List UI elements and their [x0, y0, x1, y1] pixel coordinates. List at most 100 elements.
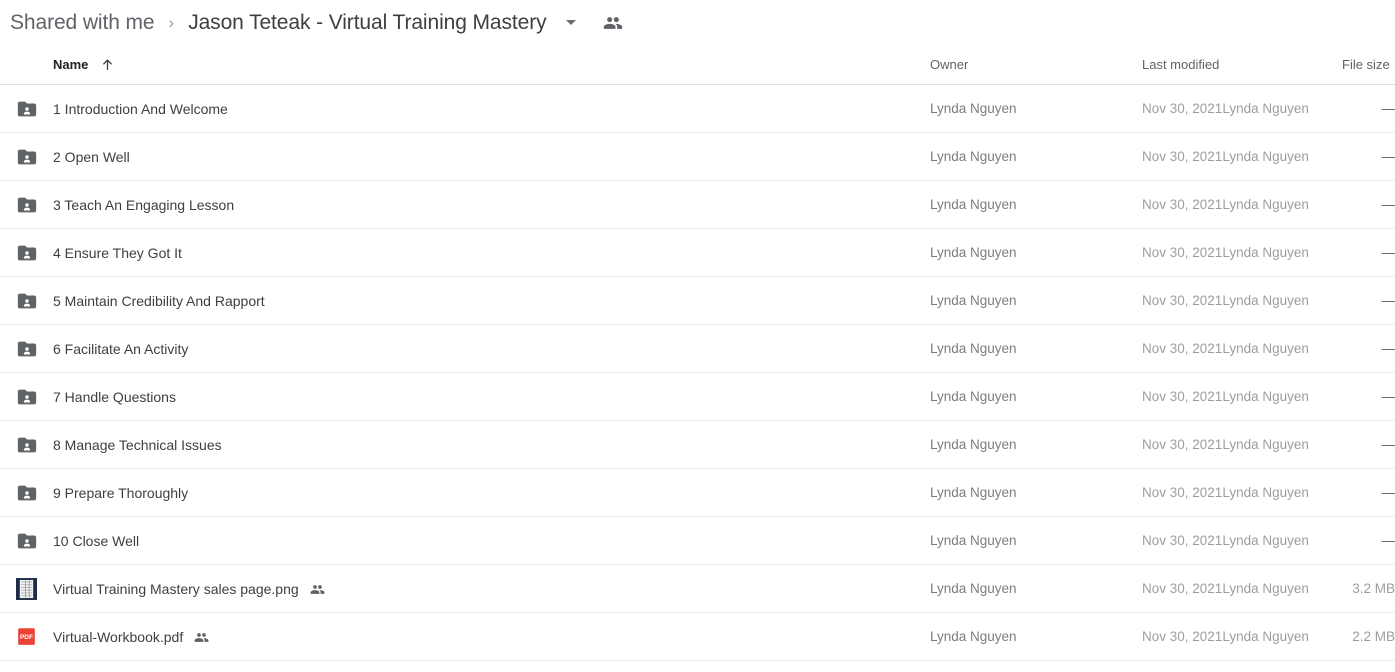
- file-name-cell[interactable]: 1 Introduction And Welcome: [53, 101, 930, 117]
- last-modified-cell: Nov 30, 2021Lynda Nguyen: [1142, 388, 1342, 406]
- last-modified-date: Nov 30, 2021: [1142, 196, 1223, 212]
- last-modified-by: Lynda Nguyen: [1222, 628, 1309, 644]
- shared-people-icon[interactable]: [194, 630, 209, 645]
- last-modified-by: Lynda Nguyen: [1222, 340, 1309, 356]
- owner-label: Lynda Nguyen: [930, 532, 1017, 548]
- shared-people-icon[interactable]: [310, 582, 325, 597]
- column-header-file-size-label: File size: [1342, 57, 1390, 72]
- table-row[interactable]: 9 Prepare Thoroughly Lynda Nguyen Nov 30, …: [0, 469, 1395, 517]
- last-modified-cell: Nov 30, 2021Lynda Nguyen: [1142, 148, 1342, 166]
- owner-label: Lynda Nguyen: [930, 388, 1017, 404]
- table-row[interactable]: Virtual Training Mastery sales page.png L…: [0, 565, 1395, 613]
- table-row[interactable]: 4 Ensure They Got It Lynda Nguyen Nov 30, …: [0, 229, 1395, 277]
- owner-label: Lynda Nguyen: [930, 484, 1017, 500]
- file-name-cell[interactable]: 3 Teach An Engaging Lesson: [53, 197, 930, 213]
- file-name-label: 2 Open Well: [53, 148, 130, 165]
- last-modified-cell: Nov 30, 2021Lynda Nguyen: [1142, 100, 1342, 118]
- table-row[interactable]: 2 Open Well Lynda Nguyen Nov 30, 2021Lynda…: [0, 133, 1395, 181]
- shared-folder-icon: [0, 194, 53, 216]
- last-modified-date: Nov 30, 2021: [1142, 340, 1223, 356]
- owner-cell: Lynda Nguyen: [930, 292, 1142, 310]
- last-modified-date: Nov 30, 2021: [1142, 628, 1223, 644]
- table-row[interactable]: PDF Virtual-Workbook.pdf Lynda Nguyen Nov 3…: [0, 613, 1395, 661]
- file-name-label: 9 Prepare Thoroughly: [53, 484, 189, 501]
- owner-cell: Lynda Nguyen: [930, 532, 1142, 550]
- arrow-up-icon[interactable]: [100, 57, 115, 72]
- people-shared-icon[interactable]: [602, 12, 624, 34]
- file-name-cell[interactable]: 4 Ensure They Got It: [53, 245, 930, 261]
- file-size-label: —: [1381, 197, 1395, 212]
- last-modified-cell: Nov 30, 2021Lynda Nguyen: [1142, 196, 1342, 214]
- table-row[interactable]: 6 Facilitate An Activity Lynda Nguyen Nov …: [0, 325, 1395, 373]
- owner-cell: Lynda Nguyen: [930, 628, 1142, 646]
- file-size-label: —: [1381, 389, 1395, 404]
- shared-folder-icon: [0, 146, 53, 168]
- table-body: 1 Introduction And Welcome Lynda Nguyen No…: [0, 85, 1395, 661]
- column-header-last-modified-label: Last modified: [1142, 56, 1220, 72]
- column-header-file-size[interactable]: File size: [1342, 57, 1395, 72]
- table-row[interactable]: 5 Maintain Credibility And Rapport Lynda …: [0, 277, 1395, 325]
- column-header-name-label: Name: [53, 57, 89, 72]
- file-name-label: 5 Maintain Credibility And Rapport: [53, 292, 265, 309]
- file-size-cell: —: [1342, 533, 1395, 548]
- last-modified-cell: Nov 30, 2021Lynda Nguyen: [1142, 436, 1342, 454]
- owner-label: Lynda Nguyen: [930, 340, 1017, 356]
- owner-label: Lynda Nguyen: [930, 100, 1017, 116]
- file-name-cell[interactable]: 8 Manage Technical Issues: [53, 437, 930, 453]
- last-modified-by: Lynda Nguyen: [1222, 436, 1309, 452]
- file-name-cell[interactable]: 5 Maintain Credibility And Rapport: [53, 293, 930, 309]
- chevron-down-icon[interactable]: [562, 14, 580, 32]
- file-size-label: 3.2 MB: [1352, 581, 1395, 596]
- file-name-cell[interactable]: 6 Facilitate An Activity: [53, 341, 930, 357]
- file-name-label: Virtual-Workbook.pdf: [53, 628, 184, 645]
- last-modified-cell: Nov 30, 2021Lynda Nguyen: [1142, 292, 1342, 310]
- file-size-label: 2.2 MB: [1352, 629, 1395, 644]
- file-size-cell: —: [1342, 437, 1395, 452]
- shared-folder-icon: [0, 338, 53, 360]
- file-size-label: —: [1381, 485, 1395, 500]
- breadcrumb-separator-icon: ›: [168, 12, 175, 32]
- file-size-label: —: [1381, 533, 1395, 548]
- owner-label: Lynda Nguyen: [930, 292, 1017, 308]
- table-row[interactable]: 3 Teach An Engaging Lesson Lynda Nguyen No…: [0, 181, 1395, 229]
- breadcrumb-item-current-folder[interactable]: Jason Teteak - Virtual Training Mastery: [184, 9, 550, 37]
- owner-label: Lynda Nguyen: [930, 148, 1017, 164]
- last-modified-date: Nov 30, 2021: [1142, 244, 1223, 260]
- file-name-cell[interactable]: 7 Handle Questions: [53, 389, 930, 405]
- last-modified-date: Nov 30, 2021: [1142, 388, 1223, 404]
- table-row[interactable]: 10 Close Well Lynda Nguyen Nov 30, 2021Lyn…: [0, 517, 1395, 565]
- owner-cell: Lynda Nguyen: [930, 148, 1142, 166]
- last-modified-date: Nov 30, 2021: [1142, 436, 1223, 452]
- file-size-cell: —: [1342, 389, 1395, 404]
- file-name-cell[interactable]: 2 Open Well: [53, 149, 930, 165]
- column-header-name[interactable]: Name: [53, 57, 930, 72]
- breadcrumb-item-shared-with-me[interactable]: Shared with me: [6, 9, 159, 37]
- file-name-cell[interactable]: Virtual Training Mastery sales page.png: [53, 581, 930, 597]
- owner-cell: Lynda Nguyen: [930, 340, 1142, 358]
- column-header-owner[interactable]: Owner: [930, 56, 1142, 74]
- last-modified-cell: Nov 30, 2021Lynda Nguyen: [1142, 244, 1342, 262]
- file-size-cell: —: [1342, 101, 1395, 116]
- table-row[interactable]: 1 Introduction And Welcome Lynda Nguyen No…: [0, 85, 1395, 133]
- file-name-label: 6 Facilitate An Activity: [53, 340, 189, 357]
- shared-folder-icon: [0, 530, 53, 552]
- table-row[interactable]: 8 Manage Technical Issues Lynda Nguyen Nov…: [0, 421, 1395, 469]
- file-name-cell[interactable]: 9 Prepare Thoroughly: [53, 485, 930, 501]
- last-modified-cell: Nov 30, 2021Lynda Nguyen: [1142, 484, 1342, 502]
- file-name-label: 8 Manage Technical Issues: [53, 436, 222, 453]
- last-modified-by: Lynda Nguyen: [1222, 484, 1309, 500]
- shared-folder-icon: [0, 242, 53, 264]
- last-modified-date: Nov 30, 2021: [1142, 100, 1223, 116]
- last-modified-by: Lynda Nguyen: [1222, 388, 1309, 404]
- shared-folder-icon: [0, 482, 53, 504]
- table-row[interactable]: 7 Handle Questions Lynda Nguyen Nov 30, 20…: [0, 373, 1395, 421]
- file-size-label: —: [1381, 341, 1395, 356]
- file-name-cell[interactable]: Virtual-Workbook.pdf: [53, 629, 930, 645]
- column-header-last-modified[interactable]: Last modified: [1142, 56, 1342, 74]
- svg-text:PDF: PDF: [20, 634, 33, 641]
- owner-cell: Lynda Nguyen: [930, 196, 1142, 214]
- last-modified-date: Nov 30, 2021: [1142, 292, 1223, 308]
- column-header-owner-label: Owner: [930, 56, 969, 72]
- last-modified-by: Lynda Nguyen: [1222, 196, 1309, 212]
- file-name-cell[interactable]: 10 Close Well: [53, 533, 930, 549]
